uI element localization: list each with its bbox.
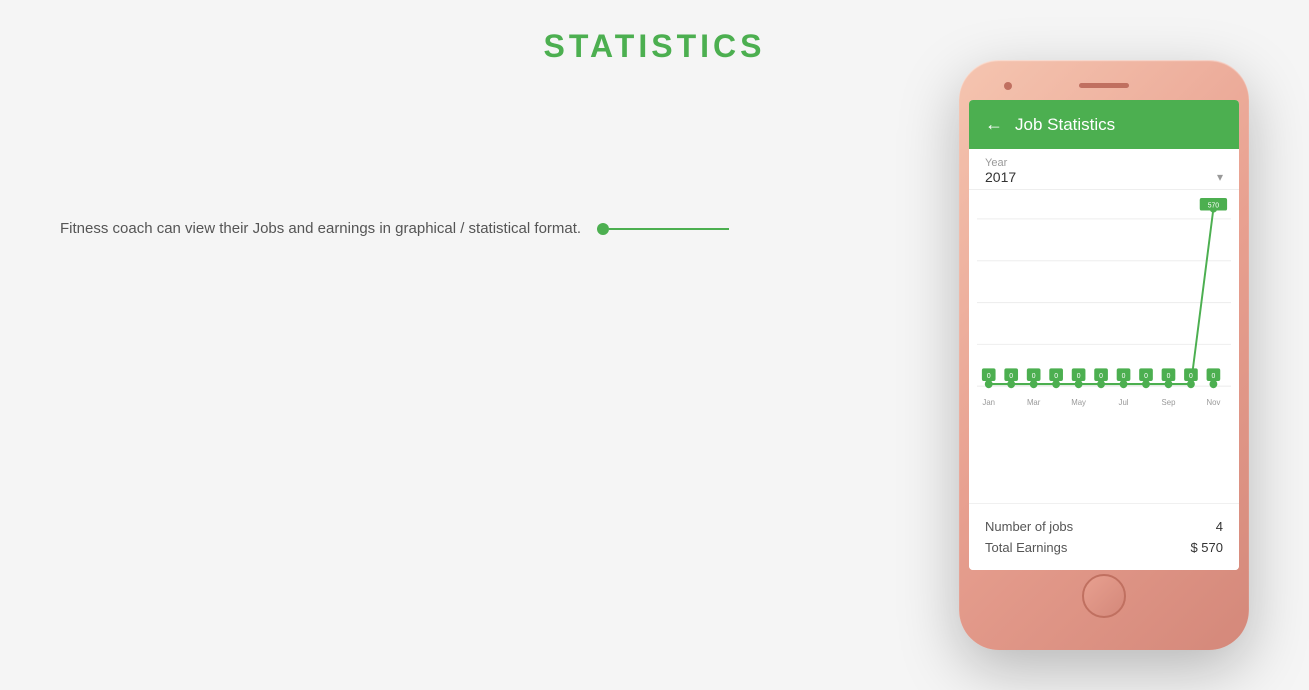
jobs-row: Number of jobs 4 <box>985 516 1223 537</box>
phone-outer: ← Job Statistics Year 2017 ▾ <box>959 60 1249 650</box>
phone-screen: ← Job Statistics Year 2017 ▾ <box>969 100 1239 570</box>
svg-text:0: 0 <box>1032 372 1036 380</box>
phone-camera <box>1004 82 1012 90</box>
svg-text:0: 0 <box>987 372 991 380</box>
svg-text:Mar: Mar <box>1027 398 1041 407</box>
svg-text:0: 0 <box>1054 372 1058 380</box>
home-button[interactable] <box>1082 574 1126 618</box>
earnings-label: Total Earnings <box>985 540 1067 555</box>
svg-text:May: May <box>1071 398 1087 407</box>
chevron-down-icon: ▾ <box>1217 170 1223 184</box>
phone-top-bar <box>969 70 1239 100</box>
connector-line <box>609 228 729 230</box>
phone-speaker <box>1079 83 1129 88</box>
svg-text:0: 0 <box>1122 372 1126 380</box>
svg-text:Jan: Jan <box>982 398 995 407</box>
svg-text:570: 570 <box>1208 201 1219 209</box>
svg-text:0: 0 <box>1009 372 1013 380</box>
earnings-value: $ 570 <box>1190 540 1223 555</box>
year-label: Year <box>985 157 1223 169</box>
svg-text:0: 0 <box>1077 372 1081 380</box>
phone-bottom <box>969 570 1239 622</box>
year-row: 2017 ▾ <box>985 169 1223 185</box>
svg-text:0: 0 <box>1212 372 1216 380</box>
page-title: STATISTICS <box>0 0 1309 65</box>
back-arrow-icon[interactable]: ← <box>985 114 1003 135</box>
dot-connector <box>597 223 729 235</box>
svg-text:Nov: Nov <box>1206 398 1221 407</box>
jobs-value: 4 <box>1216 519 1223 534</box>
stats-footer: Number of jobs 4 Total Earnings $ 570 <box>969 503 1239 570</box>
year-selector[interactable]: Year 2017 ▾ <box>969 149 1239 190</box>
year-value: 2017 <box>985 169 1016 185</box>
green-dot-icon <box>597 223 609 235</box>
svg-text:0: 0 <box>1099 372 1103 380</box>
chart-area: 0 0 0 0 0 <box>969 190 1239 470</box>
line-chart: 0 0 0 0 0 <box>977 198 1231 428</box>
svg-text:Jul: Jul <box>1119 398 1129 407</box>
svg-text:0: 0 <box>1167 372 1171 380</box>
app-header-title: Job Statistics <box>1015 115 1115 135</box>
app-header: ← Job Statistics <box>969 100 1239 149</box>
description-text: Fitness coach can view their Jobs and ea… <box>60 220 581 237</box>
description-area: Fitness coach can view their Jobs and ea… <box>60 220 729 237</box>
earnings-row: Total Earnings $ 570 <box>985 537 1223 558</box>
phone-mockup: ← Job Statistics Year 2017 ▾ <box>959 60 1249 650</box>
svg-text:0: 0 <box>1144 372 1148 380</box>
svg-text:Sep: Sep <box>1162 398 1176 407</box>
jobs-label: Number of jobs <box>985 519 1073 534</box>
svg-text:0: 0 <box>1189 372 1193 380</box>
